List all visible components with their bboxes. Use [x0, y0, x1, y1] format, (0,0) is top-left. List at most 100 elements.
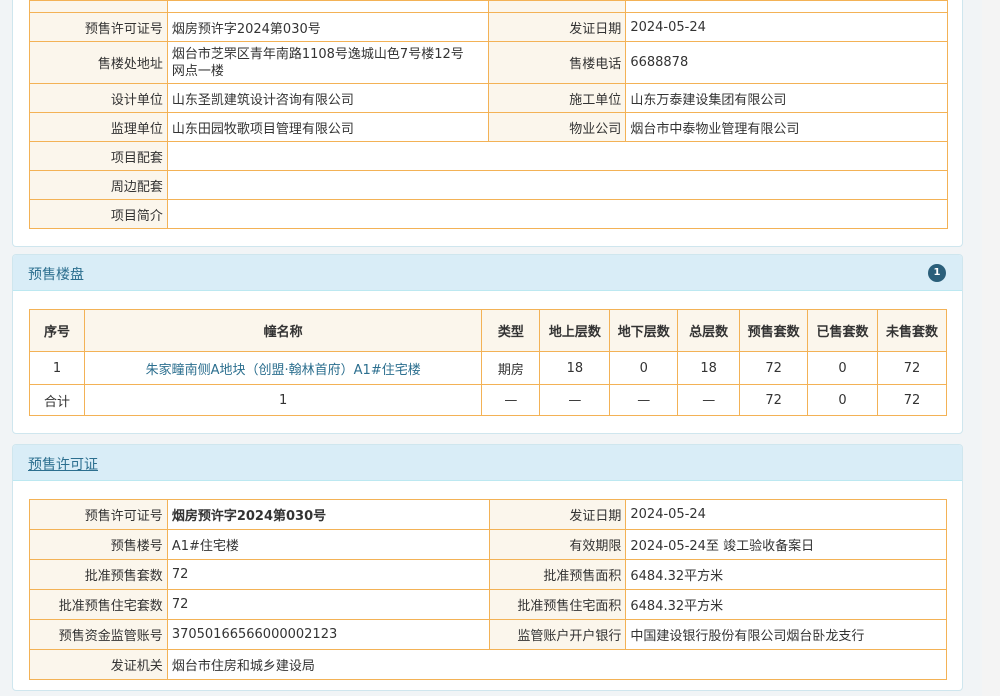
approved-units-value: 72	[166, 559, 490, 590]
presale-building-label: 预售楼号	[29, 529, 168, 560]
info-value	[625, 0, 948, 13]
project-facilities-label: 项目配套	[29, 141, 168, 171]
table-row: 批准预售套数 72 批准预售面积 6484.32平方米	[29, 559, 947, 590]
total-cell: —	[677, 384, 741, 416]
column-header: 序号	[29, 309, 85, 352]
table-row: 项目配套	[29, 141, 949, 171]
cell-below-floors: 0	[609, 351, 679, 385]
design-unit-value: 山东圣凯建筑设计咨询有限公司	[166, 83, 490, 113]
project-facilities-value	[166, 141, 949, 171]
sales-phone-label: 售楼电话	[488, 41, 627, 84]
panel-title: 预售楼盘	[28, 267, 84, 283]
approved-residential-area-label: 批准预售住宅面积	[488, 589, 627, 620]
table-row: 预售资金监管账号 37050166566000002123 监管账户开户银行 中…	[29, 619, 947, 650]
presale-permit-panel: 预售许可证 预售许可证号 烟房预许字2024第030号 发证日期 2024-05…	[12, 444, 963, 691]
table-row: 预售许可证号 烟房预许字2024第030号 发证日期 2024-05-24	[29, 499, 947, 530]
column-header: 未售套数	[877, 309, 947, 352]
surrounding-facilities-value	[166, 170, 949, 200]
sales-address-line2: 网点一楼	[171, 63, 224, 79]
table-row: 项目简介	[29, 199, 949, 229]
table-row: 预售楼号 A1#住宅楼 有效期限 2024-05-24至 竣工验收备案日	[29, 529, 947, 560]
project-intro-label: 项目简介	[29, 199, 168, 229]
escrow-bank-value: 中国建设银行股份有限公司烟台卧龙支行	[625, 619, 947, 650]
table-row: 售楼处地址 烟台市芝罘区青年南路1108号逸城山色7号楼12号 网点一楼 售楼电话…	[29, 41, 948, 84]
panel-header: 预售楼盘 1	[13, 255, 962, 291]
column-header: 已售套数	[807, 309, 878, 352]
project-info-panel: 预售许可证号 烟房预许字2024第030号 发证日期 2024-05-24 售楼…	[12, 0, 963, 247]
column-header: 类型	[481, 309, 541, 352]
total-sold: 0	[807, 384, 878, 416]
permit-number-label: 预售许可证号	[29, 499, 168, 530]
escrow-account-value: 37050166566000002123	[166, 619, 490, 650]
property-company-label: 物业公司	[488, 112, 627, 142]
info-value	[166, 0, 490, 13]
info-label	[488, 0, 627, 13]
table-row: 周边配套	[29, 170, 949, 200]
building-name-link[interactable]: 朱家疃南侧A地块（创盟·翰林首府）A1#住宅楼	[83, 351, 483, 385]
table-row: 预售许可证号 烟房预许字2024第030号 发证日期 2024-05-24	[29, 12, 948, 42]
cell-sold-units: 0	[807, 351, 878, 385]
presale-buildings-panel: 预售楼盘 1 序号 幢名称 类型 地上层数 地下层数 总层数 预售套数 已售套数…	[12, 254, 963, 434]
permit-table: 预售许可证号 烟房预许字2024第030号 发证日期 2024-05-24 预售…	[29, 499, 948, 680]
column-header: 地下层数	[609, 309, 679, 352]
cell-total-floors: 18	[677, 351, 741, 385]
sales-address-line1: 烟台市芝罘区青年南路1108号逸城山色7号楼12号	[171, 46, 464, 62]
cell-above-floors: 18	[539, 351, 611, 385]
project-intro-value	[166, 199, 949, 229]
total-presale: 72	[739, 384, 809, 416]
issuing-authority-value: 烟台市住房和城乡建设局	[166, 649, 948, 680]
permit-number-value: 烟房预许字2024第030号	[166, 499, 490, 530]
column-header: 地上层数	[539, 309, 611, 352]
table-row: 监理单位 山东田园牧歌项目管理有限公司 物业公司 烟台市中泰物业管理有限公司	[29, 112, 948, 142]
cell-unsold-units: 72	[877, 351, 947, 385]
approved-area-value: 6484.32平方米	[625, 559, 947, 590]
valid-period-value: 2024-05-24至 竣工验收备案日	[625, 529, 947, 560]
escrow-account-label: 预售资金监管账号	[29, 619, 168, 650]
valid-period-label: 有效期限	[488, 529, 627, 560]
total-unsold: 72	[877, 384, 947, 416]
cell-presale-units: 72	[739, 351, 809, 385]
table-row	[29, 0, 948, 13]
permit-number-value: 烟房预许字2024第030号	[166, 12, 490, 42]
info-label	[29, 0, 168, 13]
column-header: 总层数	[677, 309, 741, 352]
table-header-row: 序号 幢名称 类型 地上层数 地下层数 总层数 预售套数 已售套数 未售套数	[29, 309, 947, 352]
design-unit-label: 设计单位	[29, 83, 168, 113]
sales-address-value: 烟台市芝罘区青年南路1108号逸城山色7号楼12号 网点一楼	[166, 41, 490, 84]
permit-number-label: 预售许可证号	[29, 12, 168, 42]
table-row: 批准预售住宅套数 72 批准预售住宅面积 6484.32平方米	[29, 589, 947, 620]
approved-residential-area-value: 6484.32平方米	[625, 589, 947, 620]
supervision-unit-label: 监理单位	[29, 112, 168, 142]
issue-date-label: 发证日期	[488, 499, 627, 530]
total-cell: —	[609, 384, 679, 416]
total-label: 合计	[29, 384, 85, 416]
presale-building-value: A1#住宅楼	[166, 529, 490, 560]
table-row: 设计单位 山东圣凯建筑设计咨询有限公司 施工单位 山东万泰建设集团有限公司	[29, 83, 948, 113]
count-badge: 1	[928, 264, 946, 282]
sales-address-label: 售楼处地址	[29, 41, 168, 84]
issuing-authority-label: 发证机关	[29, 649, 168, 680]
buildings-table: 序号 幢名称 类型 地上层数 地下层数 总层数 预售套数 已售套数 未售套数 1…	[29, 309, 947, 416]
column-header: 预售套数	[739, 309, 809, 352]
issue-date-label: 发证日期	[488, 12, 627, 42]
escrow-bank-label: 监管账户开户银行	[488, 619, 627, 650]
construction-unit-label: 施工单位	[488, 83, 627, 113]
panel-title-link[interactable]: 预售许可证	[28, 454, 98, 474]
property-company-value: 烟台市中泰物业管理有限公司	[625, 112, 948, 142]
total-cell: —	[539, 384, 611, 416]
table-row: 发证机关 烟台市住房和城乡建设局	[29, 649, 948, 680]
approved-residential-units-label: 批准预售住宅套数	[29, 589, 168, 620]
approved-units-label: 批准预售套数	[29, 559, 168, 590]
column-header: 幢名称	[83, 309, 483, 352]
sales-phone-value: 6688878	[625, 41, 948, 84]
cell-type: 期房	[481, 351, 541, 385]
table-total-row: 合计 1 — — — — 72 0 72	[29, 384, 947, 416]
cell-index: 1	[29, 351, 85, 385]
surrounding-facilities-label: 周边配套	[29, 170, 168, 200]
total-count: 1	[83, 384, 483, 416]
supervision-unit-value: 山东田园牧歌项目管理有限公司	[166, 112, 490, 142]
issue-date-value: 2024-05-24	[625, 12, 948, 42]
page-scrollbar[interactable]	[982, 0, 1000, 696]
total-cell: —	[481, 384, 541, 416]
project-info-table: 预售许可证号 烟房预许字2024第030号 发证日期 2024-05-24 售楼…	[29, 0, 949, 229]
